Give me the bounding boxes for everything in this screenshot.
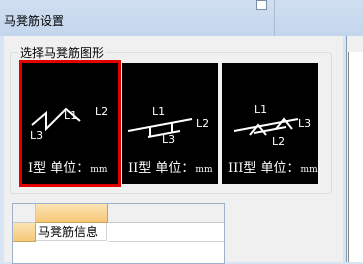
- type1-caption-unit: mm: [90, 165, 108, 175]
- type1-label-l1: L1: [64, 109, 77, 122]
- type1-label-l3: L3: [30, 129, 43, 142]
- title-bar: 马凳筋设置: [0, 0, 363, 36]
- title-divider: [274, 0, 275, 36]
- property-grid[interactable]: 马凳筋信息: [12, 203, 225, 264]
- grid-column-header-2[interactable]: [108, 204, 224, 223]
- type2-label-l3: L3: [162, 133, 175, 146]
- type3-label-l1: L1: [254, 103, 267, 116]
- grid-cell-name[interactable]: 马凳筋信息: [36, 223, 107, 241]
- type3-label-l2: L2: [272, 135, 285, 148]
- type2-caption-text: II型 单位：: [128, 161, 195, 176]
- type1-caption-text: I型 单位：: [28, 161, 90, 176]
- groupbox-label: 选择马凳筋图形: [18, 46, 107, 60]
- shape-option-type1[interactable]: L1 L2 L3 I型 单位：mm: [19, 60, 121, 187]
- grid-corner: [13, 204, 36, 223]
- type2-caption-unit: mm: [195, 165, 213, 175]
- grid-column-header[interactable]: [36, 204, 108, 223]
- type1-label-l2: L2: [95, 105, 108, 118]
- type2-label-l1: L1: [152, 105, 165, 118]
- type3-label-l3: L3: [298, 117, 311, 130]
- type2-caption: II型 单位：mm: [128, 157, 212, 176]
- title-checkbox[interactable]: [256, 0, 267, 10]
- grid-cell-value[interactable]: [108, 223, 224, 242]
- type2-label-l2: L2: [196, 117, 209, 130]
- type3-caption-unit: mm: [300, 165, 318, 175]
- right-panel-inner: [348, 52, 363, 262]
- type3-caption: III型 单位：mm: [228, 157, 318, 176]
- type1-caption: I型 单位：mm: [28, 157, 107, 176]
- window-title: 马凳筋设置: [4, 14, 65, 28]
- shape-option-type2[interactable]: L1 L2 L3 II型 单位：mm: [122, 63, 218, 184]
- grid-row-header[interactable]: [13, 223, 36, 242]
- type3-caption-text: III型 单位：: [228, 161, 300, 176]
- shape-option-type3[interactable]: L1 L2 L3 III型 单位：mm: [222, 63, 318, 184]
